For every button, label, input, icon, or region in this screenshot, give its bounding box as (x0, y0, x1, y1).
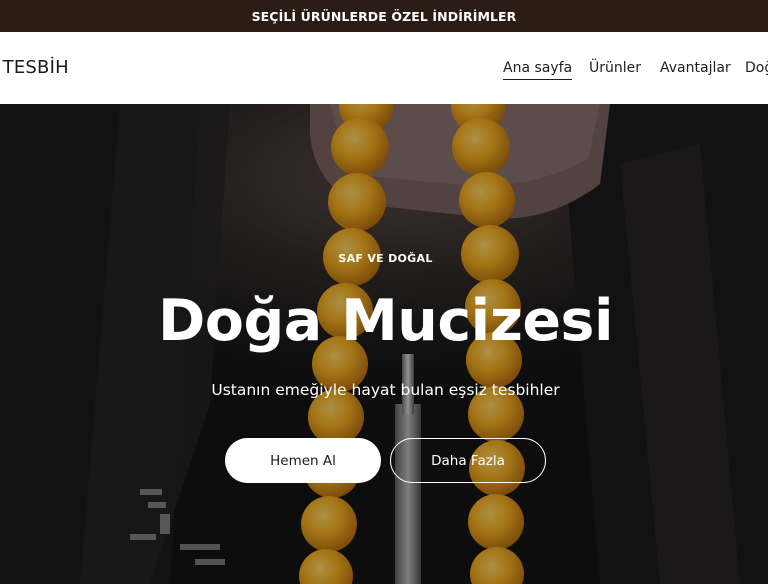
nav-link-more[interactable]: Doğ (745, 60, 768, 79)
site-header: R TESBİH Ana sayfa Ürünler Avantajlar Do… (0, 32, 768, 104)
hero-section: SAF VE DOĞAL Doğa Mucizesi Ustanın emeği… (0, 104, 768, 584)
hero-subtitle: Ustanın emeğiyle hayat bulan eşsiz tesbi… (211, 381, 560, 399)
hero-eyebrow: SAF VE DOĞAL (338, 252, 433, 265)
buy-now-button[interactable]: Hemen Al (225, 438, 381, 483)
nav-link-advantages[interactable]: Avantajlar (660, 60, 731, 79)
nav-link-home[interactable]: Ana sayfa (503, 60, 573, 80)
nav-link-products[interactable]: Ürünler (589, 60, 641, 79)
announcement-bar: SEÇİLİ ÜRÜNLERDE ÖZEL İNDİRİMLER (0, 0, 768, 32)
announcement-text: SEÇİLİ ÜRÜNLERDE ÖZEL İNDİRİMLER (251, 8, 517, 24)
learn-more-button[interactable]: Daha Fazla (390, 438, 546, 483)
brand-logo[interactable]: R TESBİH (0, 57, 69, 78)
hero-title: Doğa Mucizesi (157, 288, 614, 354)
